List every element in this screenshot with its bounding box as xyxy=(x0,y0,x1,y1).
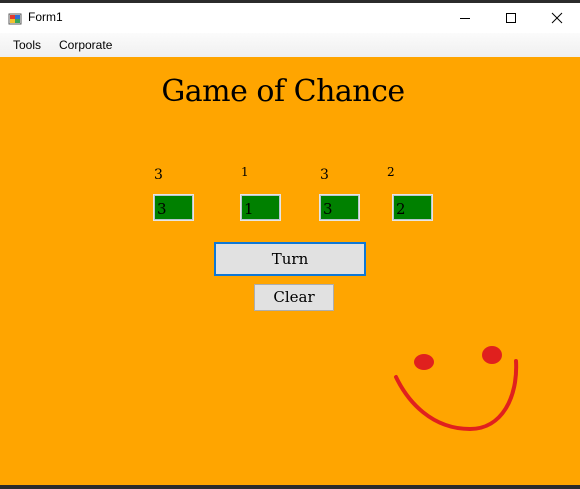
dice-box-2[interactable]: 1 xyxy=(240,194,281,221)
menu-item-corporate[interactable]: Corporate xyxy=(59,38,112,52)
page-title: Game of Chance xyxy=(161,74,405,109)
clear-button[interactable]: Clear xyxy=(254,284,334,311)
dice-label-3: 3 xyxy=(320,167,329,183)
dice-box-3[interactable]: 3 xyxy=(319,194,360,221)
app-icon xyxy=(8,11,22,25)
close-button[interactable] xyxy=(534,3,580,33)
turn-button[interactable]: Turn xyxy=(214,242,366,276)
maximize-button[interactable] xyxy=(488,3,534,33)
close-icon xyxy=(551,12,563,24)
dice-box-1[interactable]: 3 xyxy=(153,194,194,221)
maximize-icon xyxy=(506,13,516,23)
form-client-area: Game of Chance 3 1 3 2 3 1 3 2 Turn Clea… xyxy=(0,57,580,485)
menu-bar: Tools Corporate xyxy=(0,33,580,57)
smiley-left-eye xyxy=(414,354,434,370)
menu-item-tools[interactable]: Tools xyxy=(13,38,41,52)
dice-box-4[interactable]: 2 xyxy=(392,194,433,221)
title-bar[interactable]: Form1 xyxy=(0,3,580,33)
smiley-right-eye xyxy=(482,346,502,364)
dice-label-2: 1 xyxy=(241,165,249,179)
dice-label-1: 3 xyxy=(154,167,163,183)
smiley-mouth xyxy=(394,359,519,432)
minimize-button[interactable] xyxy=(442,3,488,33)
window-title: Form1 xyxy=(28,10,63,24)
dice-label-4: 2 xyxy=(387,165,395,179)
minimize-icon xyxy=(460,18,470,19)
smiley-drawing xyxy=(394,346,519,432)
window-bottom-border xyxy=(0,485,580,489)
